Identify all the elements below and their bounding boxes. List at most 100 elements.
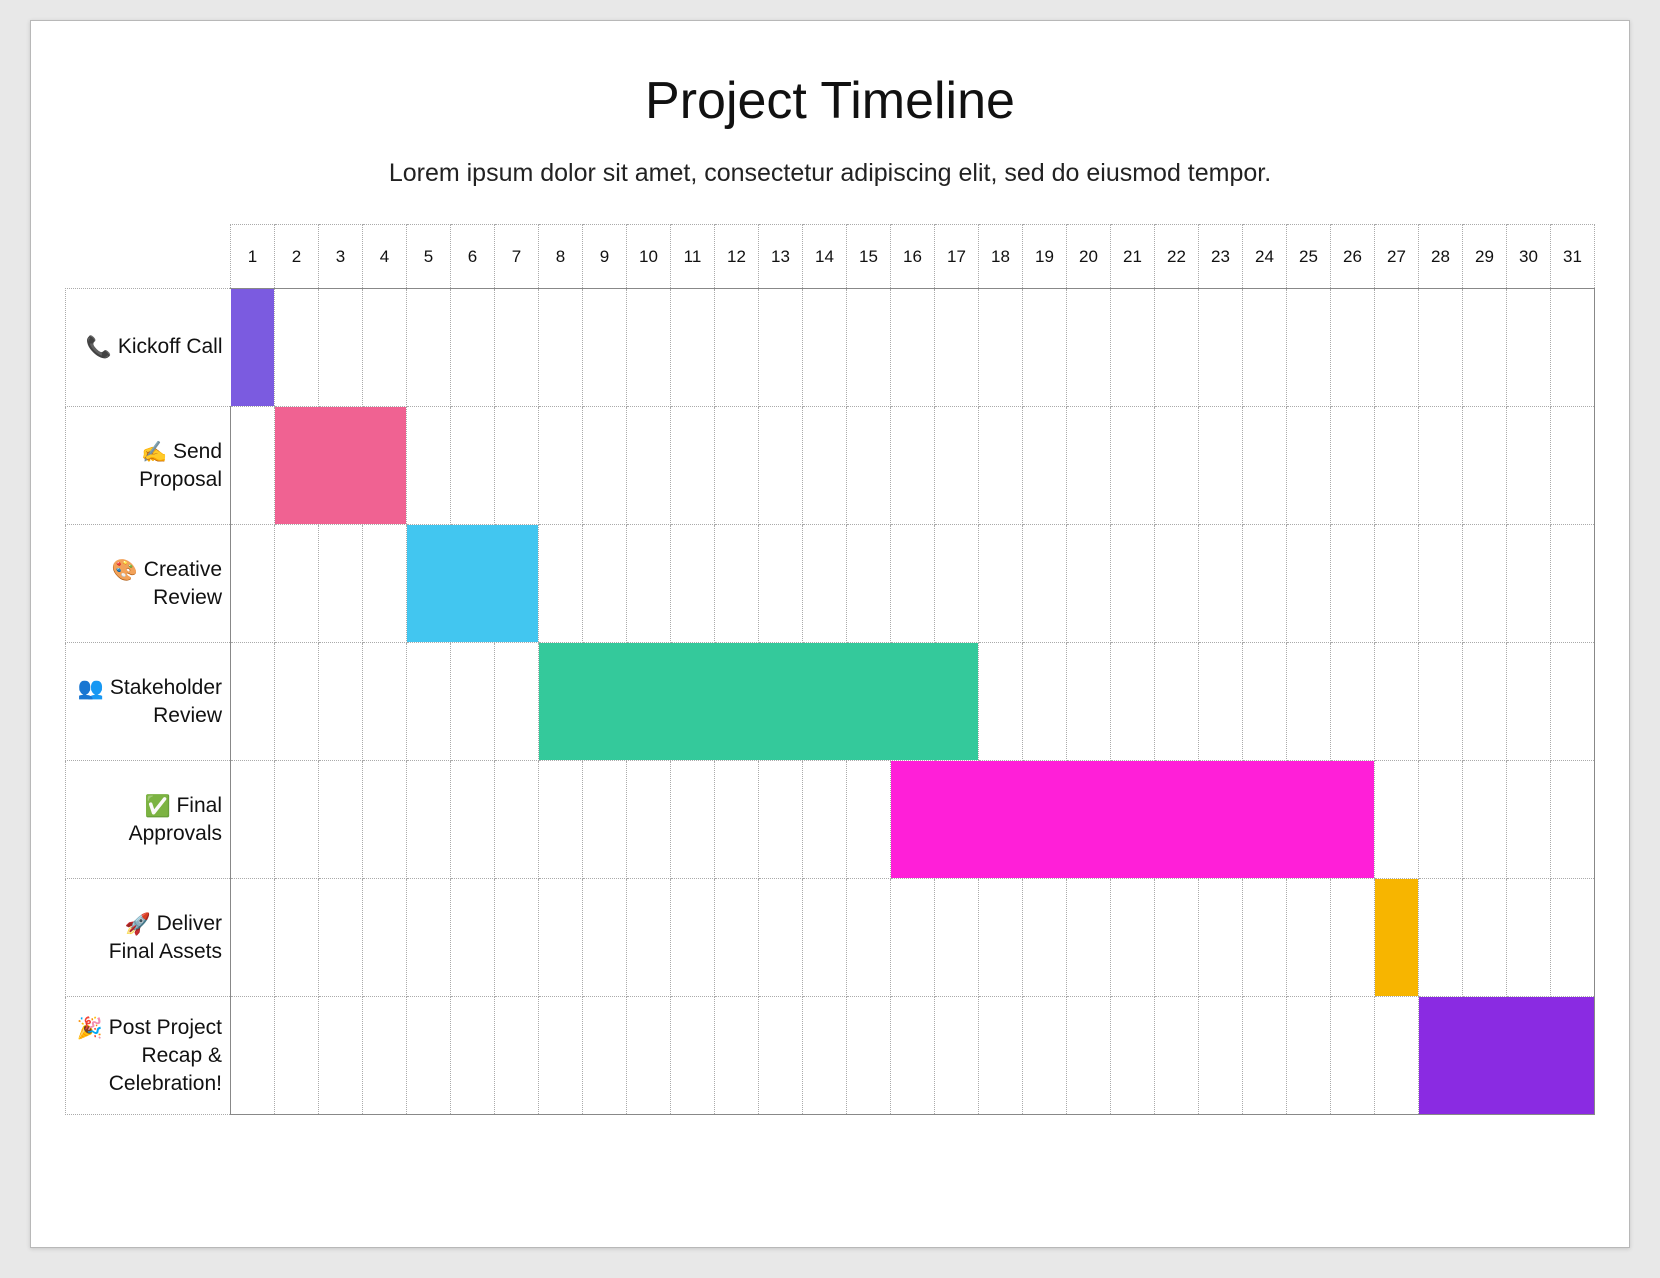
gantt-empty-cell (1507, 525, 1551, 643)
gantt-bar (891, 761, 1374, 878)
gantt-empty-cell (319, 643, 363, 761)
gantt-bar-cell (407, 525, 539, 643)
gantt-chart: 1234567891011121314151617181920212223242… (65, 224, 1595, 1115)
gantt-empty-cell (1155, 879, 1199, 997)
gantt-empty-cell (1375, 289, 1419, 407)
gantt-empty-cell (1067, 407, 1111, 525)
gantt-empty-cell (1331, 525, 1375, 643)
gantt-empty-cell (1463, 289, 1507, 407)
gantt-empty-cell (451, 997, 495, 1115)
gantt-bar (1419, 997, 1594, 1114)
gantt-empty-cell (363, 879, 407, 997)
gantt-bar-cell (539, 643, 979, 761)
gantt-row: 👥 Stakeholder Review (66, 643, 1595, 761)
gantt-empty-cell (583, 997, 627, 1115)
gantt-empty-cell (1463, 879, 1507, 997)
gantt-empty-cell (627, 525, 671, 643)
gantt-empty-cell (1199, 525, 1243, 643)
day-header: 24 (1243, 225, 1287, 289)
gantt-bar (407, 525, 538, 642)
gantt-empty-cell (1199, 879, 1243, 997)
gantt-empty-cell (363, 525, 407, 643)
gantt-empty-cell (231, 525, 275, 643)
gantt-row: 🎨 Creative Review (66, 525, 1595, 643)
gantt-bar (1375, 879, 1418, 996)
gantt-empty-cell (759, 289, 803, 407)
task-label-text: Kickoff Call (118, 335, 223, 358)
gantt-empty-cell (935, 525, 979, 643)
gantt-empty-cell (583, 879, 627, 997)
day-header: 2 (275, 225, 319, 289)
gantt-empty-cell (1111, 997, 1155, 1115)
gantt-empty-cell (363, 997, 407, 1115)
gantt-bar (539, 643, 978, 760)
day-header: 15 (847, 225, 891, 289)
gantt-empty-cell (671, 407, 715, 525)
gantt-empty-cell (495, 879, 539, 997)
task-label-cell: ✅ Final Approvals (66, 761, 231, 879)
gantt-empty-cell (275, 761, 319, 879)
gantt-empty-cell (495, 643, 539, 761)
gantt-empty-cell (1419, 525, 1463, 643)
gantt-empty-cell (671, 525, 715, 643)
gantt-empty-cell (891, 525, 935, 643)
gantt-row: 📞 Kickoff Call (66, 289, 1595, 407)
gantt-empty-cell (759, 761, 803, 879)
gantt-empty-cell (1507, 407, 1551, 525)
gantt-empty-cell (1463, 643, 1507, 761)
gantt-empty-cell (1199, 643, 1243, 761)
gantt-empty-cell (671, 761, 715, 879)
gantt-empty-cell (1067, 525, 1111, 643)
gantt-empty-cell (1463, 761, 1507, 879)
gantt-empty-cell (363, 761, 407, 879)
gantt-empty-cell (1155, 289, 1199, 407)
gantt-empty-cell (1243, 289, 1287, 407)
gantt-empty-cell (979, 643, 1023, 761)
gantt-empty-cell (1463, 407, 1507, 525)
task-emoji-icon: 🚀 (125, 913, 151, 936)
gantt-empty-cell (803, 997, 847, 1115)
gantt-empty-cell (275, 643, 319, 761)
day-header: 25 (1287, 225, 1331, 289)
gantt-bar-cell (275, 407, 407, 525)
gantt-empty-cell (847, 525, 891, 643)
gantt-empty-cell (715, 879, 759, 997)
day-header: 13 (759, 225, 803, 289)
gantt-empty-cell (1023, 407, 1067, 525)
gantt-empty-cell (407, 407, 451, 525)
gantt-empty-cell (1243, 407, 1287, 525)
day-header: 7 (495, 225, 539, 289)
gantt-empty-cell (1463, 525, 1507, 643)
gantt-empty-cell (407, 879, 451, 997)
gantt-empty-cell (715, 289, 759, 407)
gantt-empty-cell (275, 525, 319, 643)
gantt-row: ✅ Final Approvals (66, 761, 1595, 879)
gantt-empty-cell (1111, 289, 1155, 407)
day-header: 26 (1331, 225, 1375, 289)
gantt-empty-cell (275, 289, 319, 407)
slide-canvas[interactable]: Project Timeline Lorem ipsum dolor sit a… (30, 20, 1630, 1248)
day-header: 29 (1463, 225, 1507, 289)
task-label-cell: 🎨 Creative Review (66, 525, 231, 643)
gantt-empty-cell (1111, 525, 1155, 643)
day-header: 10 (627, 225, 671, 289)
gantt-empty-cell (495, 761, 539, 879)
gantt-empty-cell (847, 879, 891, 997)
day-header: 30 (1507, 225, 1551, 289)
gantt-empty-cell (451, 761, 495, 879)
task-emoji-icon: ✍️ (141, 441, 167, 464)
gantt-empty-cell (231, 407, 275, 525)
day-header: 5 (407, 225, 451, 289)
day-header: 31 (1551, 225, 1595, 289)
gantt-empty-cell (539, 525, 583, 643)
gantt-empty-cell (759, 879, 803, 997)
day-header: 19 (1023, 225, 1067, 289)
day-header: 17 (935, 225, 979, 289)
gantt-empty-cell (407, 997, 451, 1115)
gantt-empty-cell (363, 643, 407, 761)
day-header: 22 (1155, 225, 1199, 289)
gantt-empty-cell (539, 879, 583, 997)
task-label-cell: 📞 Kickoff Call (66, 289, 231, 407)
gantt-empty-cell (715, 761, 759, 879)
gantt-empty-cell (1067, 997, 1111, 1115)
